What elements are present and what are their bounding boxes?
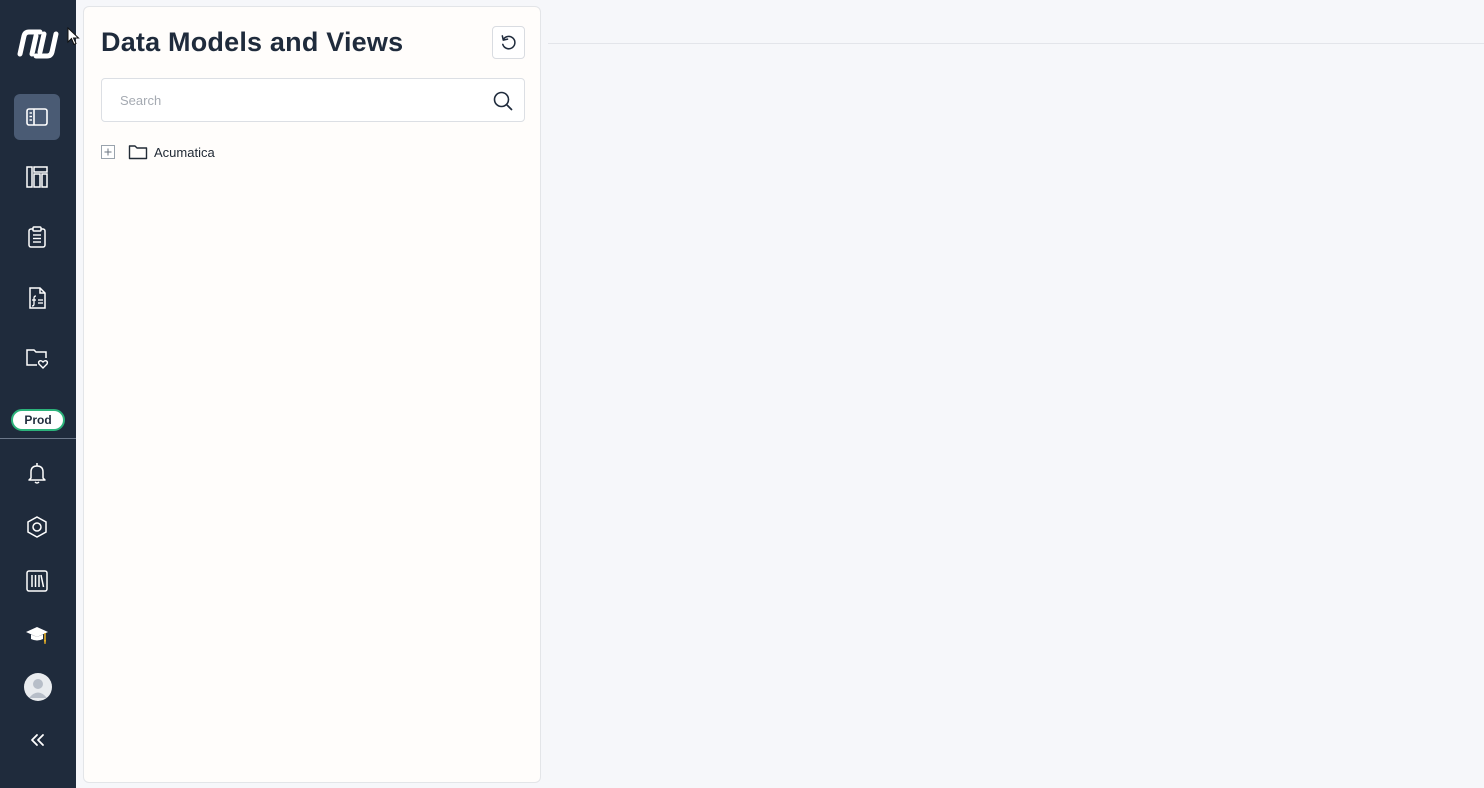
graduation-cap-icon: [26, 627, 48, 644]
nav-reports[interactable]: [14, 214, 60, 260]
tree-item-acumatica[interactable]: Acumatica: [100, 141, 215, 163]
nav-dashboards[interactable]: [14, 154, 60, 200]
collapse-sidebar-button[interactable]: [14, 717, 60, 763]
nav-favorites[interactable]: [14, 335, 60, 381]
search-input[interactable]: [102, 79, 482, 121]
folder-icon: [128, 145, 148, 160]
nav-formulas[interactable]: [14, 275, 60, 321]
favorites-folder-icon: [26, 349, 49, 369]
reports-icon: [28, 226, 46, 248]
app-logo-icon[interactable]: [14, 24, 62, 64]
mouse-cursor-icon: [67, 27, 80, 46]
refresh-button[interactable]: [492, 26, 525, 59]
formulas-icon: [29, 287, 46, 309]
bell-icon: [28, 463, 46, 484]
settings-hexagon-icon: [27, 516, 47, 538]
data-models-icon: [26, 108, 48, 126]
environment-badge[interactable]: Prod: [11, 409, 65, 431]
main-area-divider: [548, 43, 1484, 44]
library-icon: [26, 570, 48, 592]
tree-item-label: Acumatica: [154, 144, 215, 160]
nav-settings[interactable]: [14, 504, 60, 550]
search-icon[interactable]: [492, 90, 514, 112]
nav-learning[interactable]: [14, 612, 60, 658]
data-models-panel: Data Models and Views Acumatica: [83, 6, 541, 783]
search-box: [101, 78, 525, 122]
nav-notifications[interactable]: [14, 450, 60, 496]
nav-data-models[interactable]: [14, 94, 60, 140]
expand-plus-icon[interactable]: [100, 144, 116, 160]
collapse-icon: [31, 734, 44, 746]
refresh-icon: [501, 35, 516, 50]
dashboards-icon: [26, 166, 48, 188]
sidebar-divider: [0, 438, 76, 439]
page-title: Data Models and Views: [101, 27, 404, 57]
sidebar: Prod: [0, 0, 76, 788]
user-avatar-icon[interactable]: [24, 673, 52, 701]
nav-library[interactable]: [14, 558, 60, 604]
